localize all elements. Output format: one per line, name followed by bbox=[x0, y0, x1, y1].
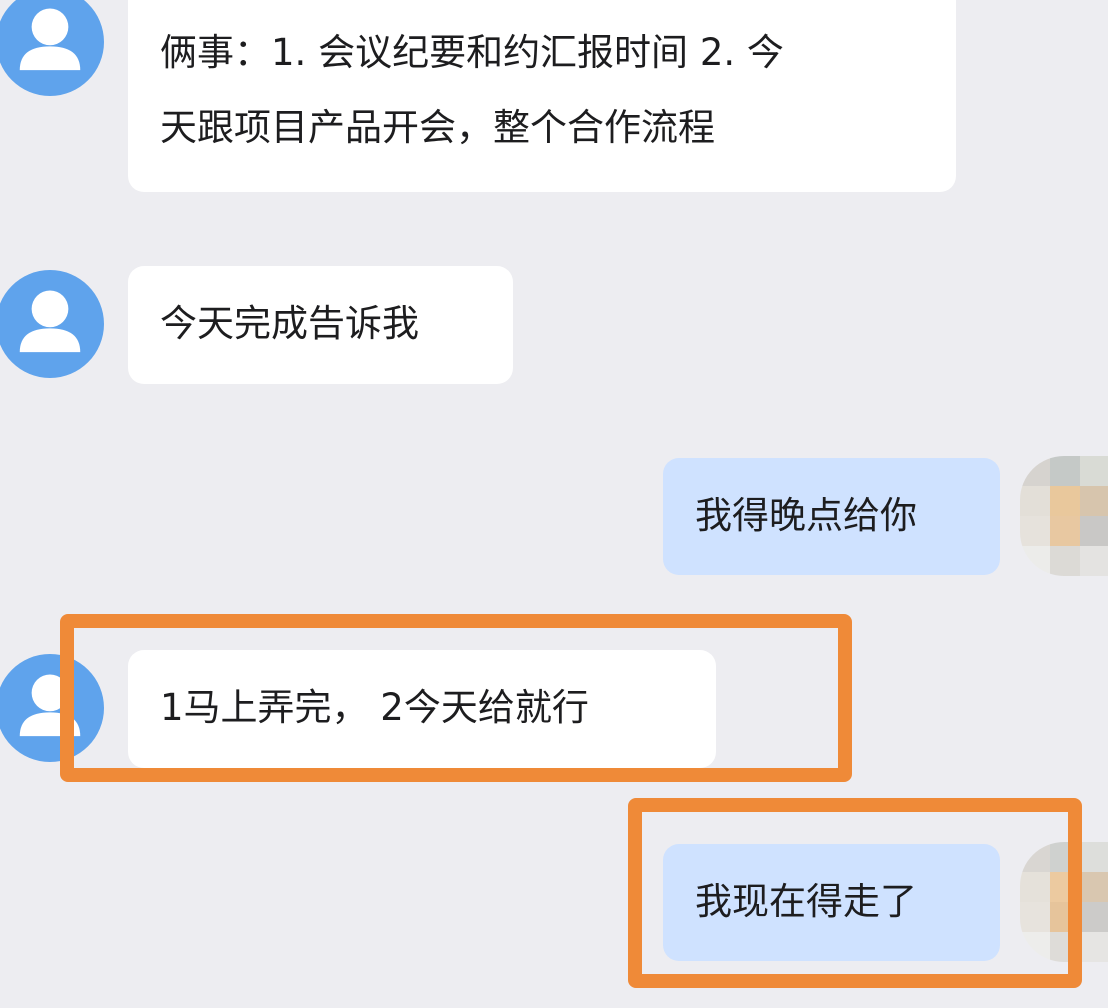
person-icon bbox=[19, 290, 81, 353]
message-bubble-incoming[interactable]: 1马上弄完， 2今天给就行 bbox=[128, 650, 716, 768]
message-bubble-incoming[interactable]: 今天完成告诉我 bbox=[128, 266, 513, 384]
person-icon bbox=[19, 674, 81, 737]
self-avatar[interactable] bbox=[1020, 842, 1108, 962]
contact-avatar[interactable] bbox=[0, 654, 104, 762]
self-avatar[interactable] bbox=[1020, 456, 1108, 576]
message-text-line: 天跟项目产品开会，整个合作流程 bbox=[160, 106, 715, 149]
message-text: 今天完成告诉我 bbox=[160, 302, 419, 345]
person-icon bbox=[19, 8, 81, 71]
message-text: 我现在得走了 bbox=[695, 880, 917, 923]
message-text: 1马上弄完， 2今天给就行 bbox=[160, 686, 589, 729]
message-bubble-incoming[interactable]: 俩事：1. 会议纪要和约汇报时间 2. 今 天跟项目产品开会，整个合作流程 bbox=[128, 0, 956, 192]
contact-avatar[interactable] bbox=[0, 270, 104, 378]
message-text-line: 俩事：1. 会议纪要和约汇报时间 2. 今 bbox=[160, 31, 784, 74]
contact-avatar[interactable] bbox=[0, 0, 104, 96]
message-bubble-outgoing[interactable]: 我现在得走了 bbox=[663, 844, 1000, 961]
message-text: 我得晚点给你 bbox=[695, 494, 917, 537]
message-bubble-outgoing[interactable]: 我得晚点给你 bbox=[663, 458, 1000, 575]
